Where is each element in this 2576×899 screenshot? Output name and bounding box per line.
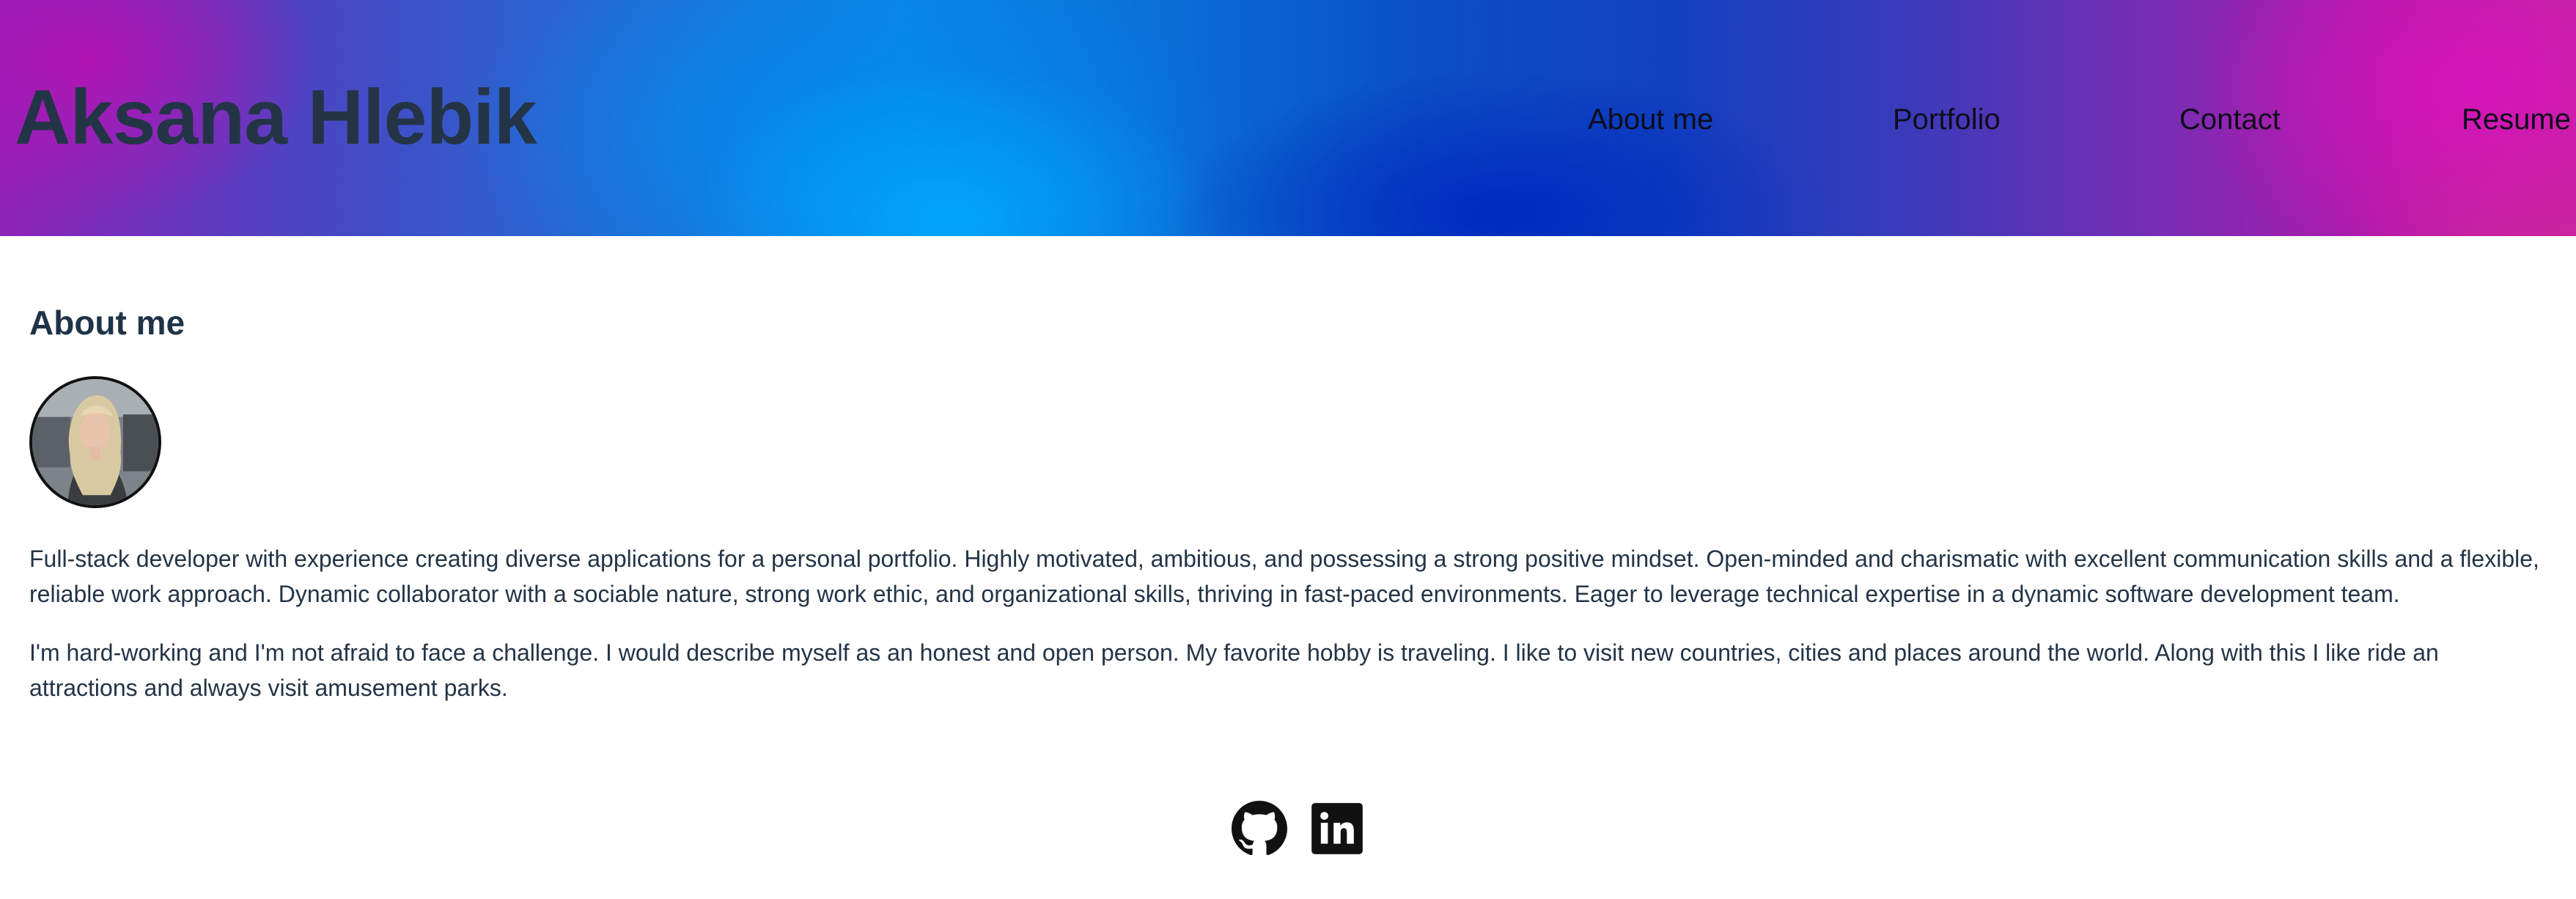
social-links [1232, 799, 1365, 858]
main-nav: About me Portfolio Contact Resume [0, 101, 2576, 138]
nav-about-me[interactable]: About me [1588, 101, 1713, 138]
github-link[interactable] [1232, 801, 1287, 856]
github-icon [1232, 801, 1287, 856]
section-title: About me [29, 304, 185, 342]
nav-contact[interactable]: Contact [2179, 101, 2281, 138]
linkedin-link[interactable] [1309, 801, 1365, 856]
bio-paragraph: I'm hard-working and I'm not afraid to f… [29, 639, 2439, 701]
profile-photo [29, 376, 161, 508]
nav-resume[interactable]: Resume [2462, 101, 2571, 138]
bio-paragraph: Full-stack developer with experience cre… [29, 546, 2539, 607]
site-header: Aksana Hlebik About me Portfolio Contact… [0, 0, 2576, 236]
nav-portfolio[interactable]: Portfolio [1893, 101, 2001, 138]
linkedin-icon [1309, 801, 1365, 856]
